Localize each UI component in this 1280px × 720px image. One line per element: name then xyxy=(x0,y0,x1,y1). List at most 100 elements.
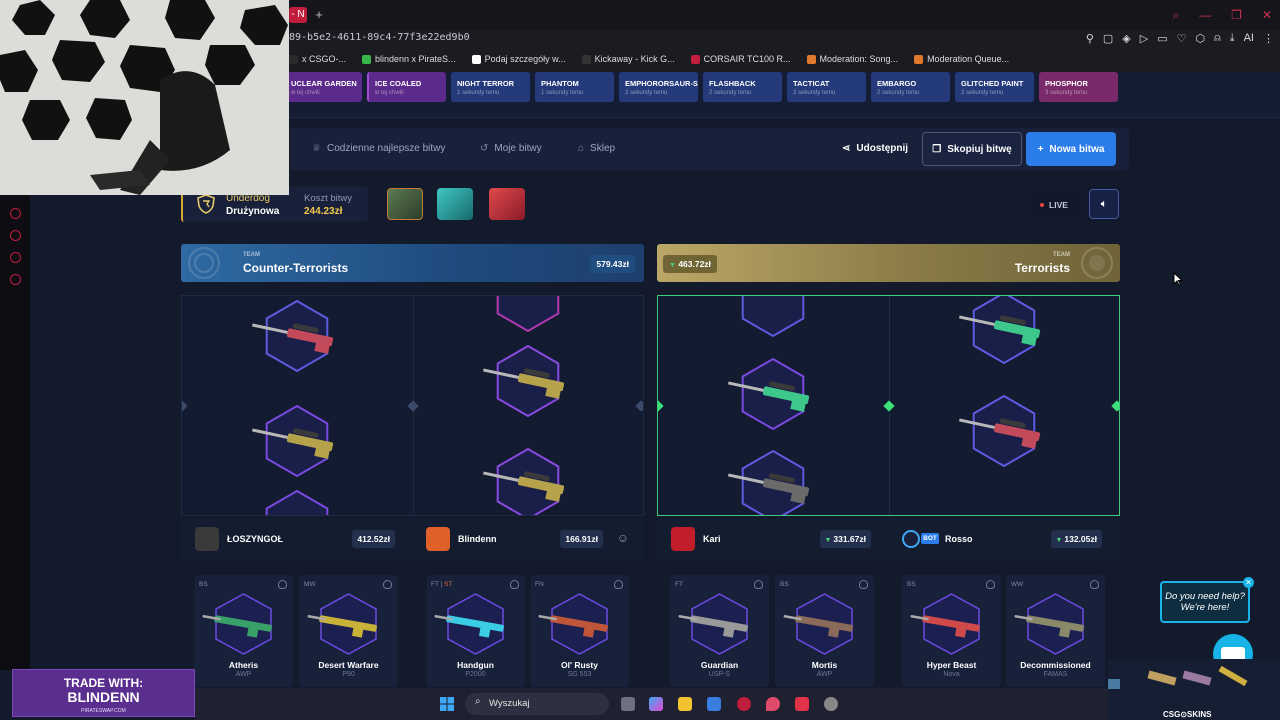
avatar[interactable] xyxy=(671,527,695,551)
recent-case-tile[interactable]: PHOSPHOR 3 sekundy temu xyxy=(1039,72,1118,102)
bookmark-item[interactable]: Kickaway - Kick G... xyxy=(581,54,675,64)
shield-icon[interactable] xyxy=(1090,580,1099,589)
recent-case-tile[interactable]: TACTICAT 2 sekundy temu xyxy=(787,72,866,102)
item-weapon-type: AWP xyxy=(235,671,252,678)
recent-case-tile[interactable]: PHANTOM 1 sekundy temu xyxy=(535,72,614,102)
avatar[interactable] xyxy=(902,530,920,548)
bookmark-item[interactable]: Podaj szczegóły w... xyxy=(471,54,566,64)
item-card[interactable]: FT Guardian USP-S xyxy=(670,575,769,687)
task-view-icon[interactable] xyxy=(621,697,635,711)
store-icon[interactable] xyxy=(707,697,721,711)
item-condition: FN xyxy=(535,581,544,588)
copilot-icon[interactable] xyxy=(649,697,663,711)
item-card[interactable]: FT | ST Handgun P2000 xyxy=(426,575,525,687)
case-thumbnail[interactable] xyxy=(437,188,473,220)
minimize-icon[interactable]: — xyxy=(1199,8,1211,23)
case-time: 2 sekundy temu xyxy=(793,90,836,96)
case-time: 1 sekundy temu xyxy=(541,90,584,96)
bookmark-item[interactable]: Moderation Queue... xyxy=(914,54,1009,64)
reel-marker xyxy=(635,400,643,412)
obs-icon[interactable] xyxy=(824,697,838,711)
recent-case-tile[interactable]: NIGHT TERROR 1 sekundy temu xyxy=(451,72,530,102)
taskbar-search[interactable]: Wyszukaj xyxy=(465,693,609,715)
pin-app-icon[interactable] xyxy=(766,697,780,711)
recent-case-tile[interactable]: FLASHBACK 2 sekundy temu xyxy=(703,72,782,102)
item-card[interactable]: FN Ol' Rusty SG 553 xyxy=(530,575,629,687)
share-icon: ⋖ xyxy=(842,143,851,154)
close-icon[interactable]: ✕ xyxy=(1262,8,1272,23)
nav-shop-icon[interactable] xyxy=(10,252,21,263)
shield-icon[interactable] xyxy=(278,580,287,589)
emoji-icon[interactable]: ☺ xyxy=(617,531,629,545)
recent-case-tile[interactable]: UCLEAR GARDEN w tej chwili xyxy=(283,72,362,102)
screenshot-icon[interactable]: ▢ xyxy=(1103,32,1113,45)
weapon-image xyxy=(910,593,980,655)
sound-toggle-button[interactable]: 🔈︎ xyxy=(1089,189,1119,219)
item-card[interactable]: BS Mortis AWP xyxy=(775,575,874,687)
wallet-icon[interactable]: ▭ xyxy=(1157,32,1167,45)
bookmark-favicon-icon xyxy=(690,54,700,64)
my-battles-link[interactable]: ↺ Moje bitwy xyxy=(480,143,542,154)
profile-icon[interactable]: ⍝ xyxy=(1214,32,1221,45)
new-battle-button[interactable]: + Nowa bitwa xyxy=(1026,132,1116,166)
nav-history-icon[interactable] xyxy=(10,230,21,241)
shop-label: Sklep xyxy=(590,143,616,154)
weapon-image xyxy=(202,593,272,655)
item-card[interactable]: MW Desert Warfare P90 xyxy=(299,575,398,687)
bookmark-favicon-icon xyxy=(471,54,481,64)
ai-button[interactable]: AI xyxy=(1244,32,1254,45)
case-name: TACTICAT xyxy=(793,79,830,88)
history-icon: ↺ xyxy=(480,143,489,154)
shop-link[interactable]: ⌂ Sklep xyxy=(578,143,615,154)
case-thumbnail[interactable] xyxy=(489,188,525,220)
recent-case-tile[interactable]: EMPHORORSAUR-S 2 sekundy temu xyxy=(619,72,698,102)
bookmark-item[interactable]: x CSGO-... xyxy=(289,54,346,64)
active-tab[interactable]: - N xyxy=(289,7,307,23)
search-icon[interactable]: ⌕ xyxy=(1172,8,1179,23)
case-thumbnail[interactable] xyxy=(387,188,423,220)
shield-icon[interactable] xyxy=(510,580,519,589)
item-condition-text: MW xyxy=(304,581,316,588)
avatar[interactable] xyxy=(195,527,219,551)
item-card[interactable]: WW Decommissioned FAMAS xyxy=(1006,575,1105,687)
heart-icon[interactable]: ♡ xyxy=(1177,32,1187,45)
tiktok-icon[interactable] xyxy=(795,697,809,711)
menu-icon[interactable]: ⋮ xyxy=(1263,32,1274,45)
shield-icon[interactable] xyxy=(754,580,763,589)
item-card[interactable]: BS Hyper Beast Nova xyxy=(902,575,1001,687)
shield-icon[interactable] xyxy=(986,580,995,589)
t-team-name: Terrorists xyxy=(1014,261,1070,275)
copy-battle-button[interactable]: ❐ Skopiuj bitwę xyxy=(922,132,1022,166)
new-tab-button[interactable]: + xyxy=(312,7,326,23)
puzzle-icon[interactable]: ⬡ xyxy=(1196,32,1206,45)
close-icon[interactable]: ✕ xyxy=(1243,577,1254,588)
item-card[interactable]: BS Atheris AWP xyxy=(194,575,293,687)
help-bubble[interactable]: Do you need help? We're here! xyxy=(1160,581,1250,623)
nav-settings-icon[interactable] xyxy=(10,274,21,285)
opera-gx-icon[interactable] xyxy=(737,697,751,711)
sniper-rifle-image xyxy=(728,473,810,504)
pin-icon[interactable]: ⚲ xyxy=(1086,32,1094,45)
download-icon[interactable]: ⤓ xyxy=(1230,32,1235,45)
shield-icon[interactable] xyxy=(383,580,392,589)
avatar[interactable] xyxy=(426,527,450,551)
maximize-icon[interactable]: ❐ xyxy=(1231,8,1242,23)
share-button[interactable]: ⋖ Udostępnij xyxy=(842,143,908,154)
file-explorer-icon[interactable] xyxy=(678,697,692,711)
nav-circle-icon[interactable] xyxy=(10,208,21,219)
windows-start-icon[interactable] xyxy=(440,697,454,711)
share-label: Udostępnij xyxy=(856,143,909,154)
player-bar: ŁOSZYNGOŁ 412.52zł xyxy=(181,519,412,559)
recent-case-tile[interactable]: GLITCHED PAINT 2 sekundy temu xyxy=(955,72,1034,102)
shield-icon[interactable] xyxy=(859,580,868,589)
play-icon[interactable]: ▷ xyxy=(1140,32,1148,45)
recent-case-tile[interactable]: ICE COALED w tej chwili xyxy=(367,72,446,102)
daily-best-battles-link[interactable]: ♕ Codzienne najlepsze bitwy xyxy=(312,143,445,154)
shield-icon[interactable]: ◈ xyxy=(1122,32,1130,45)
recent-case-tile[interactable]: EMBARGO 2 sekundy temu xyxy=(871,72,950,102)
bookmark-item[interactable]: Moderation: Song... xyxy=(806,54,898,64)
bookmark-item[interactable]: CORSAIR TC100 R... xyxy=(690,54,791,64)
shield-icon[interactable] xyxy=(614,580,623,589)
bookmark-item[interactable]: blindenn x PirateS... xyxy=(362,54,456,64)
url-text[interactable]: 89-b5e2-4611-89c4-77f3e22ed9b0 xyxy=(289,32,470,43)
